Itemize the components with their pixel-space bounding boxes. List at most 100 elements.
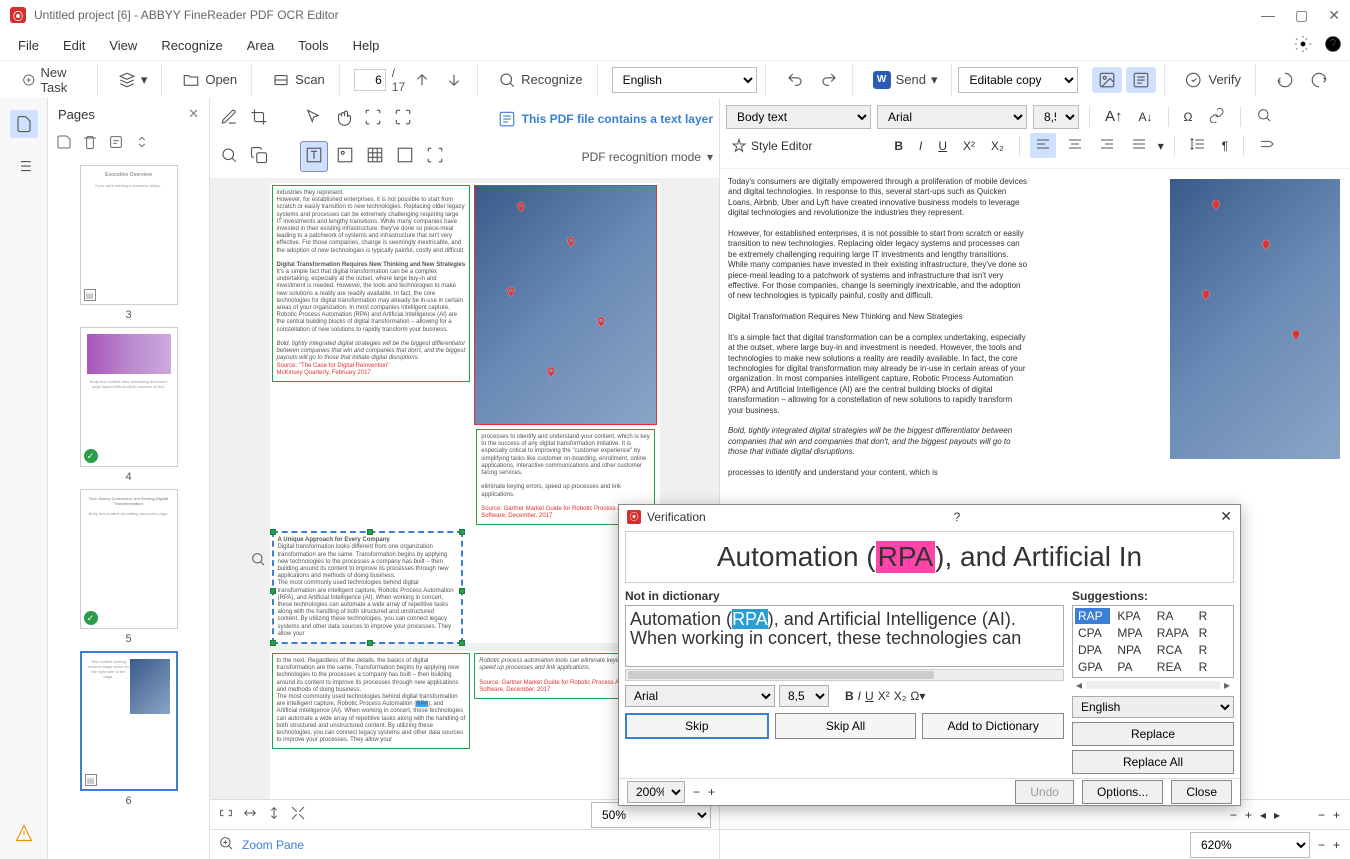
suggestion-item[interactable]: KPA [1114, 608, 1149, 624]
menu-tools[interactable]: Tools [288, 34, 338, 57]
menu-file[interactable]: File [8, 34, 49, 57]
replace-all-button[interactable]: Replace All [1072, 750, 1234, 774]
recognize-button[interactable]: Recognize [492, 67, 588, 93]
language-select[interactable]: English [612, 67, 757, 93]
verify-symbol-icon[interactable]: Ω▾ [910, 689, 925, 703]
undo-icon[interactable] [780, 67, 810, 93]
suggestions-list[interactable]: RAP KPA RA R CPA MPA RAPA R DPA NPA RCA … [1072, 605, 1234, 678]
thumbnail-selected[interactable]: Text content flowing around image block … [56, 651, 201, 807]
decrease-font-icon[interactable]: A↓ [1134, 107, 1158, 127]
settings-icon[interactable] [1294, 35, 1312, 56]
recognition-mode-label[interactable]: PDF recognition mode [582, 150, 701, 164]
suggestion-item[interactable]: REA [1154, 659, 1192, 675]
menu-view[interactable]: View [99, 34, 147, 57]
thumbnails[interactable]: Executive OverviewIf you were starting a… [48, 157, 209, 859]
text-zoom-out2-icon[interactable]: − [1318, 808, 1325, 822]
text-direction-icon[interactable] [1254, 133, 1280, 158]
subscript-icon[interactable]: X₂ [986, 136, 1009, 156]
editable-copy-select[interactable]: Editable copy [958, 67, 1078, 93]
zoom-pane-icon[interactable] [218, 835, 234, 854]
open-button[interactable]: Open [176, 67, 243, 93]
verify-bold-icon[interactable]: B [845, 689, 854, 703]
zoom-out-icon[interactable]: − [1318, 838, 1325, 852]
save-page-icon[interactable] [56, 134, 72, 153]
align-left-icon[interactable] [1030, 133, 1056, 158]
text-block[interactable]: industries they represent.However, for e… [272, 185, 471, 382]
align-justify-icon[interactable] [1126, 133, 1152, 158]
align-center-icon[interactable] [1062, 133, 1088, 158]
superscript-icon[interactable]: X² [958, 136, 980, 156]
verify-underline-icon[interactable]: U [865, 689, 874, 703]
minimize-button[interactable]: — [1261, 7, 1275, 24]
close-button[interactable]: Close [1171, 780, 1232, 804]
page-current-input[interactable] [354, 69, 386, 91]
verify-font-select[interactable]: Arial [625, 685, 775, 707]
pilcrow-icon[interactable]: ¶ [1217, 136, 1233, 156]
fit-width-icon[interactable] [218, 805, 234, 824]
picture-area-icon[interactable] [332, 142, 358, 171]
magnifier-icon[interactable] [250, 551, 266, 569]
page-sort-icon[interactable] [134, 134, 150, 153]
verification-edit[interactable]: Automation (RPA), and Artificial Intelli… [625, 605, 1064, 667]
fit-full-icon[interactable] [290, 805, 306, 824]
skip-button[interactable]: Skip [625, 713, 769, 739]
menu-recognize[interactable]: Recognize [151, 34, 232, 57]
text-zoom-in2-icon[interactable]: + [1333, 808, 1340, 822]
page-down-icon[interactable] [439, 67, 469, 93]
thumbnail[interactable]: Body text content here simulating docume… [56, 327, 201, 483]
dialog-help-icon[interactable]: ? [954, 510, 961, 524]
picture-block[interactable] [474, 185, 657, 425]
skip-all-button[interactable]: Skip All [775, 713, 917, 739]
link-icon[interactable] [1204, 104, 1230, 129]
undo-button[interactable]: Undo [1015, 780, 1074, 804]
italic-icon[interactable]: I [914, 136, 927, 156]
suggestion-item[interactable]: R [1196, 659, 1231, 675]
crop-icon[interactable] [246, 104, 272, 133]
new-task-button[interactable]: New Task [16, 61, 89, 99]
dialog-close-icon[interactable]: ✕ [1220, 508, 1232, 525]
menu-edit[interactable]: Edit [53, 34, 95, 57]
symbol-icon[interactable]: Ω [1179, 107, 1198, 127]
image-pane-toggle-icon[interactable] [1092, 67, 1122, 93]
suggestion-item[interactable]: NPA [1114, 642, 1149, 658]
table-area-icon[interactable] [362, 142, 388, 171]
paragraph-style-select[interactable]: Body text [726, 105, 871, 129]
style-editor-button[interactable]: Style Editor [726, 135, 817, 157]
find-icon[interactable] [216, 142, 242, 171]
align-right-icon[interactable] [1094, 133, 1120, 158]
maximize-button[interactable]: ▢ [1295, 7, 1308, 24]
rotate-left-icon[interactable] [1270, 67, 1300, 93]
background-area-icon[interactable] [392, 142, 418, 171]
zoom-pane-label[interactable]: Zoom Pane [242, 838, 304, 852]
text-next-icon[interactable]: ▸ [1274, 808, 1280, 822]
underline-icon[interactable]: U [933, 136, 952, 156]
warnings-icon[interactable] [10, 819, 38, 847]
suggestion-item[interactable]: RAPA [1154, 625, 1192, 641]
redo-icon[interactable] [814, 67, 844, 93]
send-button[interactable]: WSend ▾ [867, 67, 944, 93]
zoom-in-icon[interactable]: + [1333, 838, 1340, 852]
page-up-icon[interactable] [407, 67, 437, 93]
select-area-icon[interactable] [360, 104, 386, 133]
suggestion-item[interactable]: R [1196, 608, 1231, 624]
edit-image-icon[interactable] [216, 104, 242, 133]
font-size-select[interactable]: 8,5 [1033, 105, 1079, 129]
scan-button[interactable]: Scan [266, 67, 331, 93]
verify-lang-select[interactable]: English [1072, 696, 1234, 718]
search-text-icon[interactable] [1251, 104, 1277, 129]
menu-help[interactable]: Help [343, 34, 390, 57]
suggestion-item[interactable]: PA [1114, 659, 1149, 675]
line-spacing-icon[interactable] [1185, 133, 1211, 158]
suggestion-item[interactable]: RAP [1075, 608, 1110, 624]
thumbnail[interactable]: Tech Savvy Customers Are Driving Digital… [56, 489, 201, 645]
replace-button[interactable]: Replace [1072, 722, 1234, 746]
recognition-area-icon[interactable] [422, 142, 448, 171]
rotate-right-icon[interactable] [1304, 67, 1334, 93]
text-zoom-in-icon[interactable]: + [1245, 808, 1252, 822]
font-name-select[interactable]: Arial [877, 105, 1027, 129]
options-button[interactable]: Options... [1082, 780, 1163, 804]
verify-size-select[interactable]: 8,5 [779, 685, 829, 707]
increase-font-icon[interactable]: A↑ [1100, 105, 1128, 128]
delete-page-icon[interactable] [82, 134, 98, 153]
page-props-icon[interactable] [108, 134, 124, 153]
